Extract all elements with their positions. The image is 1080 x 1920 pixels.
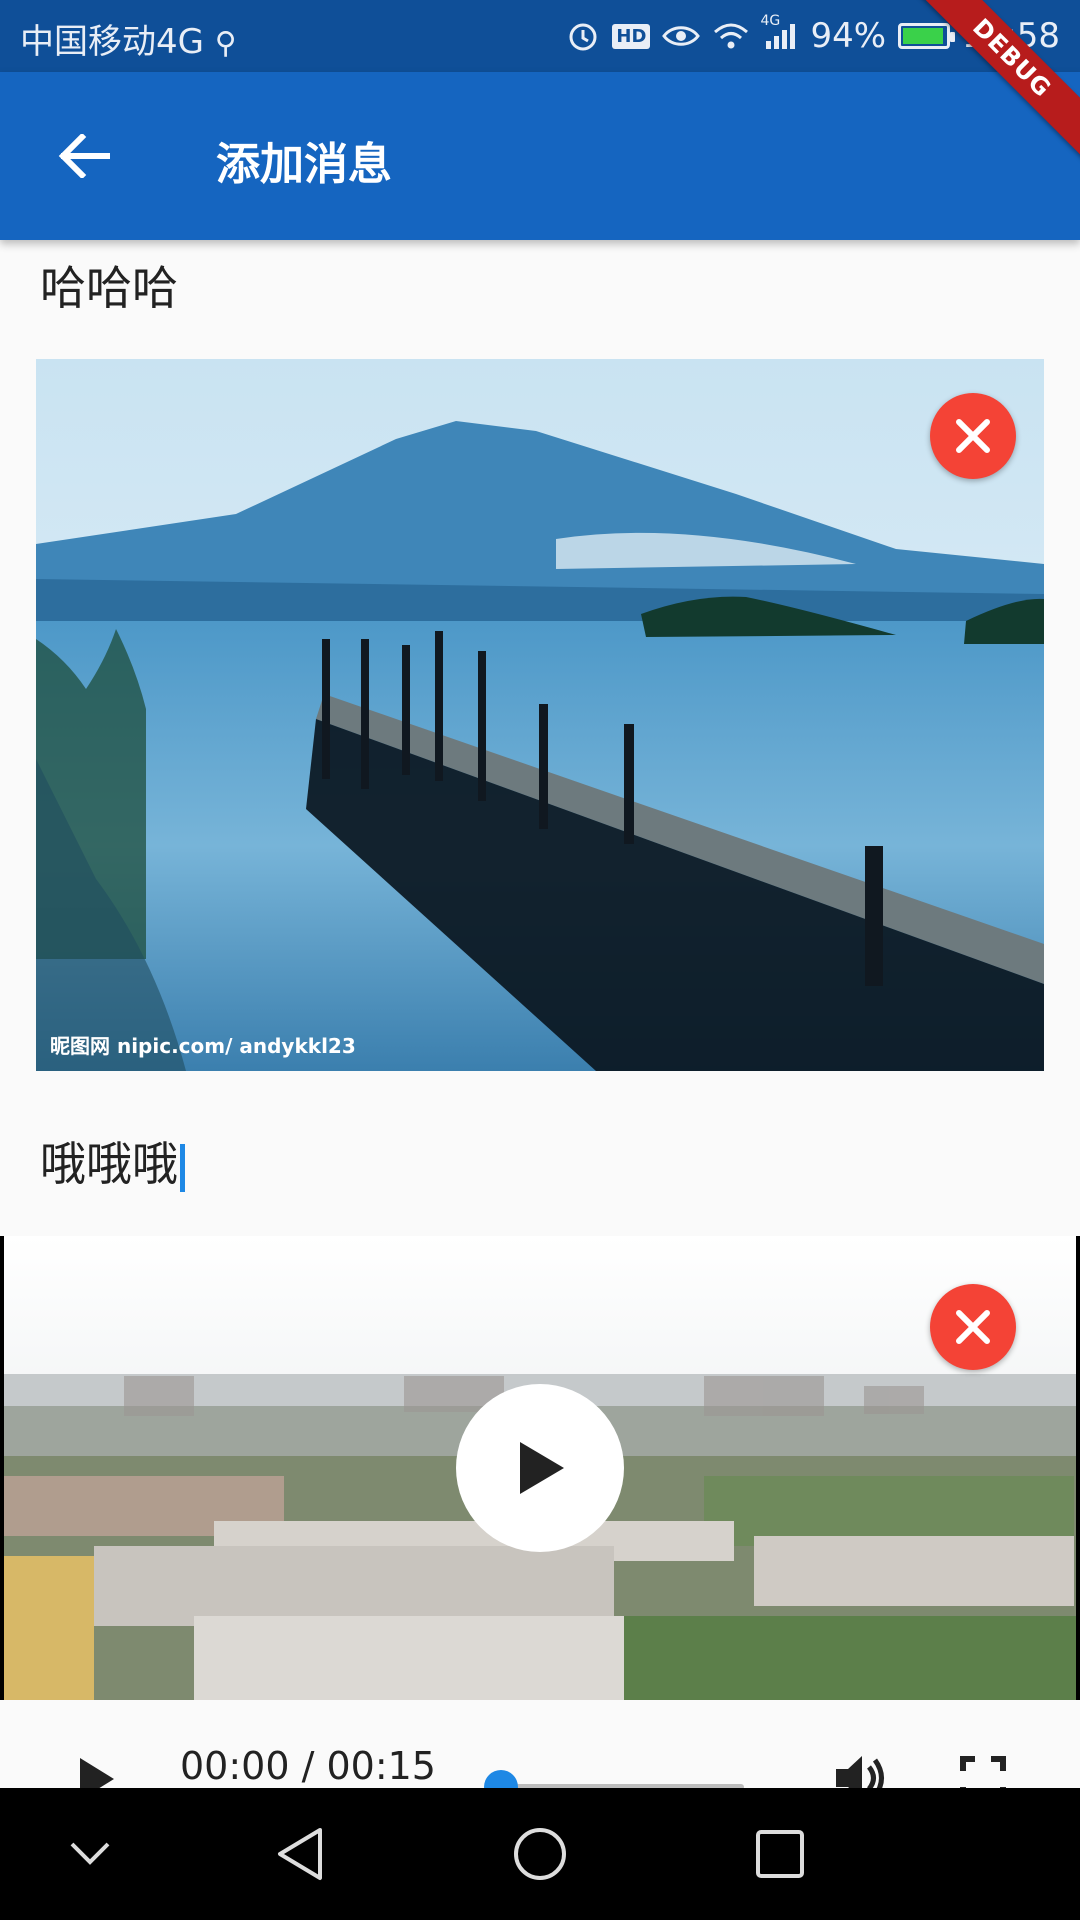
message-text-field-2[interactable]: 哦哦哦 <box>40 1128 185 1194</box>
chevron-down-icon <box>70 1842 110 1865</box>
battery-percent: 94% <box>810 16 887 56</box>
app-bar: 添加消息 <box>0 72 1080 240</box>
back-button[interactable] <box>48 124 120 188</box>
image-attachment: 昵图网 nipic.com/ andykkl23 <box>36 359 1044 1071</box>
play-overlay-button[interactable] <box>456 1384 624 1552</box>
usb-icon: ⚲ <box>214 26 237 61</box>
eye-icon <box>662 23 701 49</box>
nav-recents-button[interactable] <box>740 1814 820 1894</box>
wifi-icon <box>712 21 750 51</box>
back-triangle-icon <box>278 1828 322 1880</box>
remove-image-button[interactable] <box>930 393 1016 479</box>
nav-home-button[interactable] <box>500 1814 580 1894</box>
hd-icon: HD <box>612 23 651 49</box>
navigation-bar <box>0 1788 1080 1920</box>
nav-back-button[interactable] <box>260 1814 340 1894</box>
status-bar: 中国移动4G ⚲ HD 4G 94% 10:58 <box>0 0 1080 72</box>
video-time: 00:00 / 00:15 <box>180 1744 436 1788</box>
lake-pier-image <box>36 359 1044 1071</box>
battery-icon <box>898 23 956 49</box>
image-watermark: 昵图网 nipic.com/ andykkl23 <box>50 1034 356 1058</box>
home-circle-icon <box>514 1828 566 1880</box>
signal-icon: 4G <box>760 13 798 51</box>
remove-video-button[interactable] <box>930 1284 1016 1370</box>
close-icon <box>956 1310 990 1344</box>
arrow-back-icon <box>58 134 110 178</box>
status-carrier: 中国移动4G ⚲ <box>20 22 237 62</box>
text-caret <box>180 1143 185 1192</box>
message-text-field-1[interactable]: 哈哈哈 <box>40 252 178 318</box>
page-title: 添加消息 <box>216 139 392 190</box>
recents-square-icon <box>756 1830 804 1878</box>
play-icon <box>520 1442 564 1494</box>
close-icon <box>956 419 990 453</box>
alarm-icon <box>566 19 600 53</box>
hide-nav-button[interactable] <box>50 1814 130 1894</box>
